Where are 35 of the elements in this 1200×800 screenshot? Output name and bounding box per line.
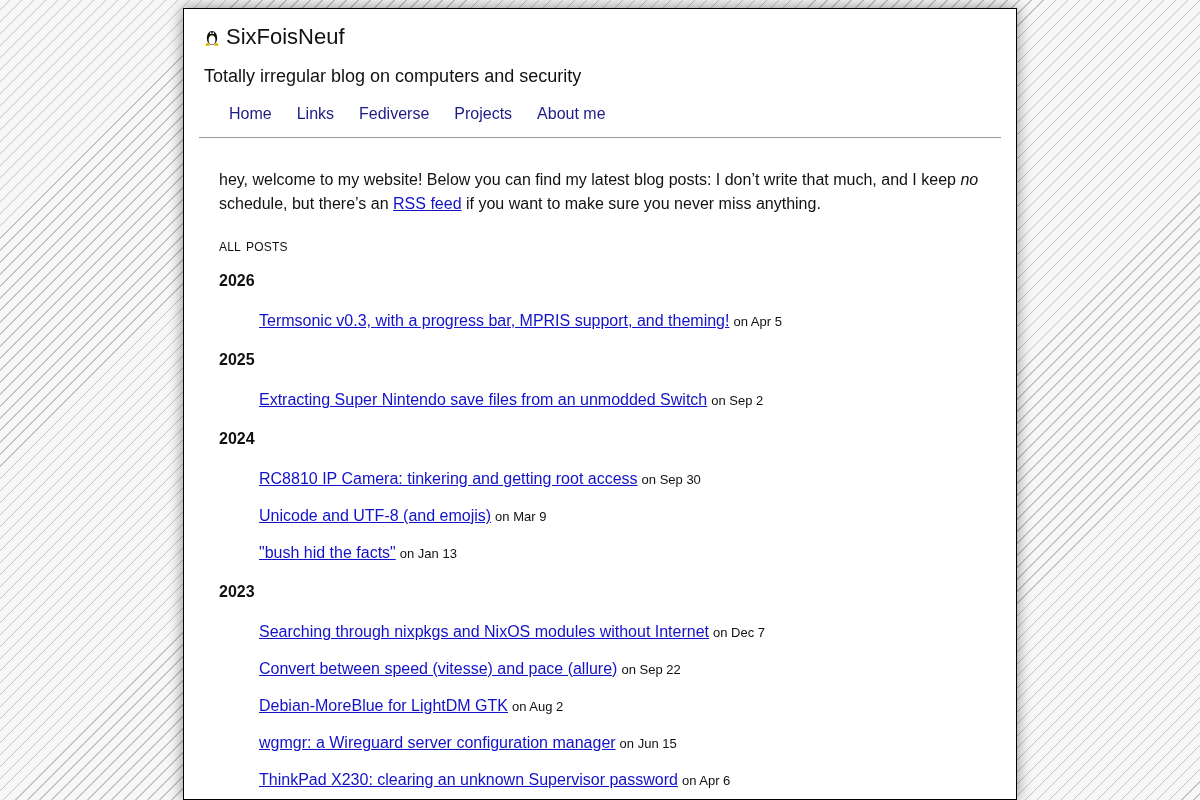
- nav-link[interactable]: Home: [229, 102, 272, 126]
- nav-link[interactable]: About me: [537, 102, 606, 126]
- post-link[interactable]: "bush hid the facts": [259, 544, 396, 561]
- post-link[interactable]: wgmgr: a Wireguard server configuration manager: [259, 734, 616, 751]
- year-heading: 2025: [219, 350, 255, 370]
- intro-paragraph: hey, welcome to my website! Below you can find my latest blog posts: I don’t write that much, and I keep no schedule, but there’s an RSS feed if you want to make sure you never miss anything.: [219, 170, 980, 214]
- post-date: on Jun 15: [619, 736, 677, 751]
- post-date: on Sep 2: [711, 393, 764, 408]
- year-heading: 2023: [219, 582, 255, 602]
- post-link[interactable]: Termsonic v0.3, with a progress bar, MPRIS support, and theming!: [259, 312, 730, 329]
- post-date: on Jan 13: [399, 546, 457, 561]
- post-link[interactable]: Searching through nixpkgs and NixOS modules without Internet: [259, 623, 710, 640]
- post-date: on Apr 5: [733, 314, 782, 329]
- rss-feed-link[interactable]: RSS feed: [393, 195, 462, 212]
- post-link[interactable]: ThinkPad X230: clearing an unknown Supervisor password: [259, 771, 678, 788]
- post-link[interactable]: Convert between speed (vitesse) and pace (allure): [259, 660, 618, 677]
- post-date: on Mar 9: [495, 509, 547, 524]
- post-link[interactable]: Extracting Super Nintendo save files from an unmodded Switch: [259, 391, 708, 408]
- year-heading: 2024: [219, 429, 255, 449]
- nav-link[interactable]: Fediverse: [359, 102, 430, 126]
- post-date: on Sep 22: [621, 662, 681, 677]
- post-date: on Dec 7: [713, 625, 766, 640]
- post-date: on Aug 2: [512, 699, 564, 714]
- post-link[interactable]: RC8810 IP Camera: tinkering and getting root access: [259, 470, 638, 487]
- site-title[interactable]: SixFoisNeuf: [226, 23, 345, 51]
- year-heading: 2026: [219, 271, 255, 291]
- section-heading: ALL POSTS: [219, 239, 288, 255]
- nav-link[interactable]: Links: [296, 102, 335, 126]
- post-link[interactable]: Debian-MoreBlue for LightDM GTK: [259, 697, 508, 714]
- penguin-icon: [204, 28, 220, 46]
- site-tagline: Totally irregular blog on computers and security: [204, 65, 582, 88]
- post-date: on Apr 6: [681, 773, 731, 788]
- post-link[interactable]: Unicode and UTF-8 (and emojis): [259, 507, 492, 524]
- post-date: on Sep 30: [641, 472, 701, 487]
- nav-link[interactable]: Projects: [454, 102, 513, 126]
